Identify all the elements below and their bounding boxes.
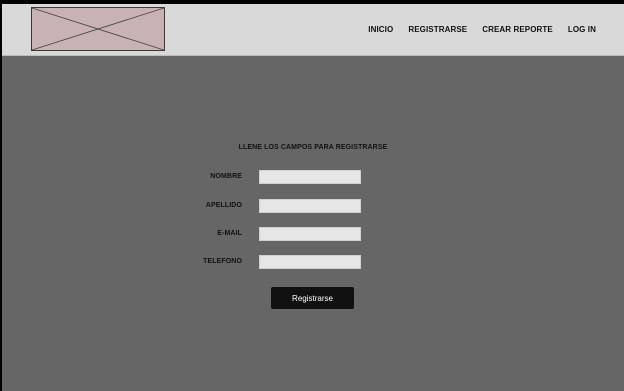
apellido-label: APELLIDO — [205, 202, 242, 209]
nav-item-registrarse[interactable]: REGISTRARSE — [408, 25, 467, 34]
apellido-input[interactable] — [259, 199, 361, 213]
header: INICIO REGISTRARSE CREAR REPORTE LOG IN — [2, 4, 624, 56]
nombre-input[interactable] — [259, 170, 361, 184]
nombre-label: NOMBRE — [210, 173, 242, 180]
email-label: E-MAIL — [217, 230, 242, 237]
nav-item-inicio[interactable]: INICIO — [368, 25, 393, 34]
nav-item-log-in[interactable]: LOG IN — [568, 25, 596, 34]
telefono-label: TELEFONO — [203, 258, 242, 265]
form-title: LLENE LOS CAMPOS PARA REGISTRARSE — [238, 144, 388, 151]
nav-item-crear-reporte[interactable]: CREAR REPORTE — [482, 25, 553, 34]
email-input[interactable] — [259, 227, 361, 241]
telefono-input[interactable] — [259, 255, 361, 269]
logo-placeholder-icon[interactable] — [31, 7, 165, 51]
registrarse-button[interactable]: Registrarse — [271, 287, 354, 309]
page-frame: INICIO REGISTRARSE CREAR REPORTE LOG IN … — [2, 4, 624, 391]
main-nav: INICIO REGISTRARSE CREAR REPORTE LOG IN — [368, 4, 596, 55]
image-placeholder-icon — [32, 8, 164, 50]
